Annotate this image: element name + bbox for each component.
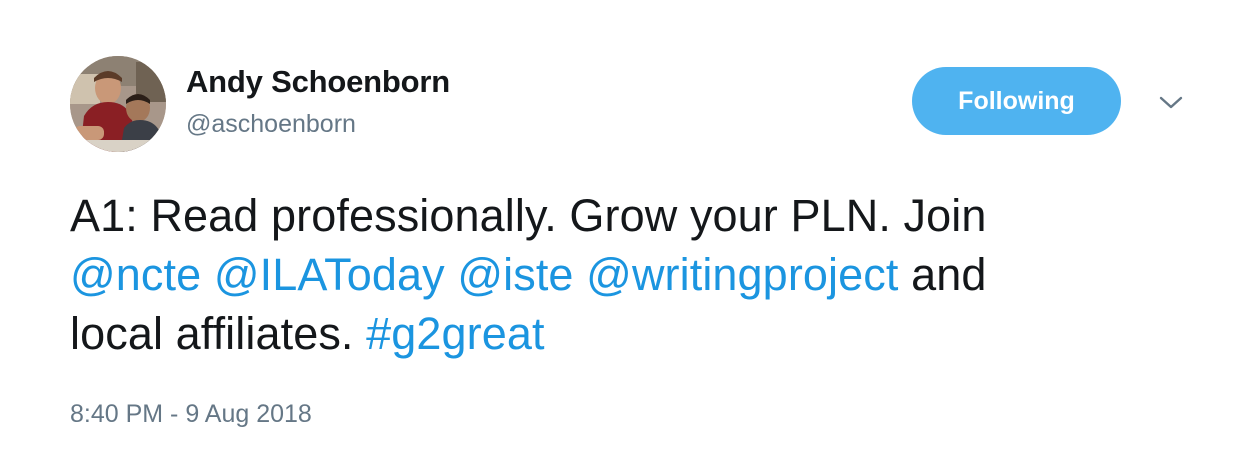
tweet-line-2-tail: and [911,249,987,300]
tweet-line-1: A1: Read professionally. Grow your PLN. … [70,190,987,241]
tweet-line-3-text: local affiliates. [70,308,354,359]
mention-link-iste[interactable]: @iste [457,249,573,300]
chevron-down-icon[interactable] [1155,90,1187,114]
mention-link-ncte[interactable]: @ncte [70,249,201,300]
mention-link-ilatoday[interactable]: @ILAToday [214,249,445,300]
tweet-line-2: @ncte @ILAToday @iste @writingproject an… [70,245,1200,304]
avatar-photo-icon [70,56,166,152]
author-name[interactable]: Andy Schoenborn [186,64,450,100]
hashtag-link[interactable]: #g2great [366,308,544,359]
mention-link-writingproject[interactable]: @writingproject [586,249,898,300]
tweet-timestamp[interactable]: 8:40 PM - 9 Aug 2018 [70,400,312,429]
author-handle[interactable]: @aschoenborn [186,110,356,139]
tweet-text: A1: Read professionally. Grow your PLN. … [70,186,1200,363]
author-avatar[interactable] [70,56,166,152]
tweet-line-3: local affiliates. #g2great [70,304,1200,363]
tweet-card: Andy Schoenborn @aschoenborn Following A… [0,0,1250,452]
following-button[interactable]: Following [912,67,1121,135]
